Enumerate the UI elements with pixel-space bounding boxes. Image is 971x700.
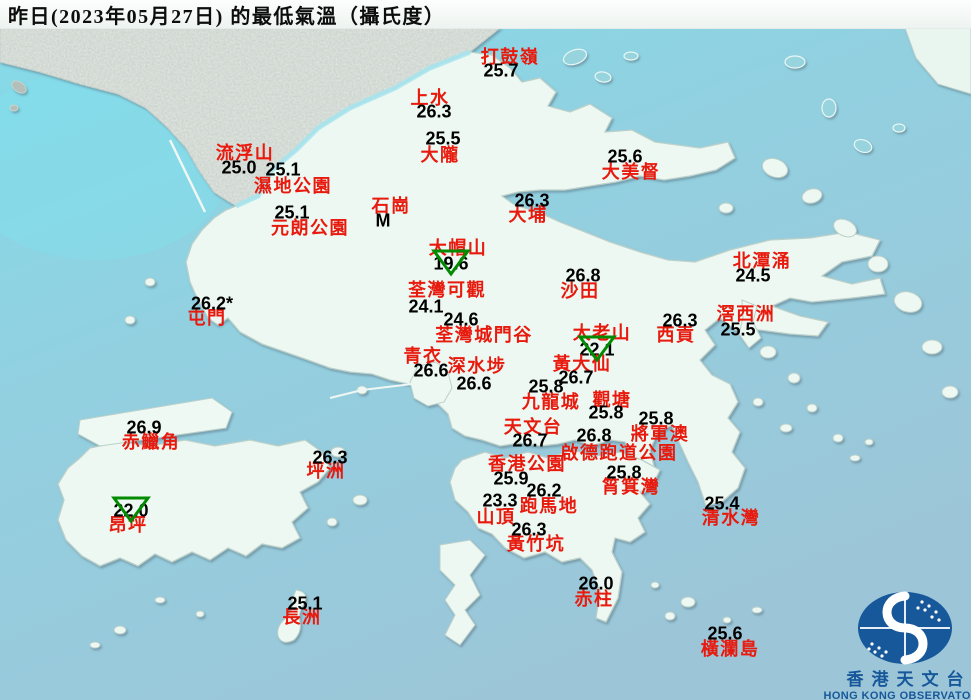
station-value-label: 25.8 (528, 376, 564, 397)
station-value-label: 25.6 (707, 623, 743, 644)
hko-logo-icon (858, 591, 952, 665)
station-value-label: 25.9 (493, 468, 529, 489)
station-value-label: 25.4 (704, 493, 740, 514)
station-value-label: 24.1 (408, 296, 444, 317)
hko-logo: 香港天文台 HONG KONG OBSERVATORY (822, 586, 971, 700)
hko-logo-english: HONG KONG OBSERVATORY (823, 690, 971, 700)
station-value-label: 26.2 (526, 480, 562, 501)
station-value-label: 25.8 (638, 408, 674, 429)
station-value-label: 24.5 (735, 265, 771, 286)
station-value-label: 26.9 (126, 417, 162, 438)
station-value-label: 25.8 (588, 402, 624, 423)
station-value-label: 26.7 (512, 430, 548, 451)
station-value-label: 26.3 (416, 101, 452, 122)
title-bar: 昨日(2023年05月27日) 的最低氣溫（攝氏度） (0, 0, 971, 29)
station-value-label: 26.3 (662, 310, 698, 331)
station-value-label: 25.6 (607, 146, 643, 167)
station-value-label: 25.8 (606, 462, 642, 483)
station-value-label: 26.2* (190, 293, 234, 314)
station-value-label: 26.0 (578, 573, 614, 594)
station-value-label: 26.8 (576, 425, 612, 446)
station-value-label: 25.5 (425, 128, 461, 149)
station-value-label: 25.1 (287, 593, 323, 614)
station-value-label: 24.6 (443, 309, 479, 330)
station-value-label: 25.7 (483, 60, 519, 81)
station-value-label: 23.3 (482, 490, 518, 511)
station-value-label: 26.6 (413, 360, 449, 381)
station-value-label: 19.6 (433, 253, 469, 274)
station-value-label: 25.5 (720, 319, 756, 340)
station-value-label: 26.7 (558, 367, 594, 388)
hko-logo-chinese: 香港天文台 (846, 670, 971, 689)
page-title: 昨日(2023年05月27日) 的最低氣溫（攝氏度） (8, 5, 446, 28)
station-value-label: 25.1 (265, 159, 301, 180)
station-value-label: 26.3 (514, 190, 550, 211)
station-value-label: 25.0 (221, 157, 257, 178)
station-value-label: M (375, 210, 391, 231)
station-value-label: 25.1 (274, 202, 310, 223)
station-value-label: 26.3 (511, 519, 547, 540)
station-value-label: 26.3 (312, 447, 348, 468)
station-value-label: 22.0 (113, 500, 149, 521)
weather-map-screenshot: 昨日(2023年05月27日) 的最低氣溫（攝氏度） 打鼓嶺 25.7 上水 26.3… (0, 0, 971, 700)
station-value-label: 26.6 (456, 373, 492, 394)
station-value-label: 26.8 (565, 265, 601, 286)
